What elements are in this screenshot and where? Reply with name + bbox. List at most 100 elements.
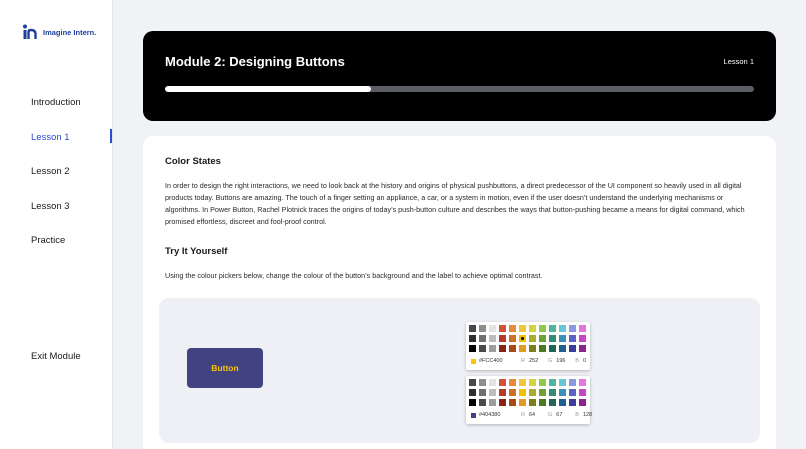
color-swatch[interactable] [569, 389, 576, 396]
background-red-value[interactable]: 64 [529, 412, 548, 418]
color-swatch[interactable] [499, 345, 506, 352]
color-swatch[interactable] [549, 335, 556, 342]
color-swatch[interactable] [499, 399, 506, 406]
color-swatch[interactable] [499, 389, 506, 396]
color-swatch[interactable] [579, 389, 586, 396]
color-swatch[interactable] [479, 399, 486, 406]
current-lesson-label: Lesson 1 [723, 57, 754, 66]
color-swatch[interactable] [539, 325, 546, 332]
color-swatch[interactable] [559, 389, 566, 396]
sidebar-item-lesson-1[interactable]: Lesson 1 [31, 132, 70, 143]
color-swatch[interactable] [559, 335, 566, 342]
color-swatch[interactable] [559, 325, 566, 332]
background-green-value[interactable]: 67 [556, 412, 575, 418]
color-swatch[interactable] [489, 379, 496, 386]
label-color-swatches [469, 325, 586, 352]
label-blue-value[interactable]: 0 [583, 358, 602, 364]
color-swatch[interactable] [519, 399, 526, 406]
preview-button[interactable]: Button [187, 348, 263, 388]
color-swatch[interactable] [529, 399, 536, 406]
color-swatch[interactable] [479, 389, 486, 396]
color-swatch[interactable] [569, 335, 576, 342]
sidebar-item-lesson-3[interactable]: Lesson 3 [31, 201, 70, 212]
color-swatch[interactable] [469, 345, 476, 352]
sidebar-item-practice[interactable]: Practice [31, 235, 65, 246]
color-swatch[interactable] [549, 379, 556, 386]
color-swatch[interactable] [539, 389, 546, 396]
color-swatch[interactable] [569, 325, 576, 332]
color-swatch[interactable] [539, 399, 546, 406]
color-swatch[interactable] [509, 345, 516, 352]
color-swatch[interactable] [549, 345, 556, 352]
color-swatch[interactable] [479, 345, 486, 352]
brand-logo[interactable]: Imagine Intern. [22, 24, 96, 40]
color-swatch[interactable] [499, 379, 506, 386]
lesson-content: Color States In order to design the righ… [143, 136, 776, 449]
color-swatch[interactable] [509, 379, 516, 386]
background-color-hex[interactable]: #404380 [479, 412, 521, 418]
color-swatch[interactable] [569, 399, 576, 406]
label-red-value[interactable]: 252 [529, 358, 548, 364]
color-swatch[interactable] [519, 335, 526, 342]
color-swatch[interactable] [539, 379, 546, 386]
color-swatch[interactable] [479, 325, 486, 332]
color-swatch[interactable] [489, 399, 496, 406]
background-color-swatches [469, 379, 586, 406]
exit-module-link[interactable]: Exit Module [31, 351, 81, 362]
color-swatch[interactable] [469, 399, 476, 406]
label-color-picker: #FCC400 R 252 G 196 B 0 [466, 322, 590, 370]
color-swatch[interactable] [529, 325, 536, 332]
background-blue-value[interactable]: 128 [583, 412, 602, 418]
color-swatch[interactable] [509, 325, 516, 332]
color-swatch[interactable] [579, 345, 586, 352]
color-swatch[interactable] [469, 389, 476, 396]
color-swatch[interactable] [539, 345, 546, 352]
color-swatch[interactable] [559, 379, 566, 386]
module-header: Module 2: Designing Buttons Lesson 1 [143, 31, 776, 121]
background-color-chip [471, 412, 476, 418]
color-swatch[interactable] [579, 325, 586, 332]
color-swatch[interactable] [579, 379, 586, 386]
imagine-logo-icon [23, 24, 37, 39]
color-swatch[interactable] [529, 389, 536, 396]
background-red-key: R [521, 412, 525, 418]
color-swatch[interactable] [529, 345, 536, 352]
label-green-value[interactable]: 196 [556, 358, 575, 364]
color-swatch[interactable] [539, 335, 546, 342]
color-swatch[interactable] [499, 325, 506, 332]
color-swatch[interactable] [509, 399, 516, 406]
active-item-indicator [110, 129, 112, 143]
color-swatch[interactable] [489, 325, 496, 332]
color-swatch[interactable] [519, 379, 526, 386]
sidebar-item-introduction[interactable]: Introduction [31, 97, 81, 108]
color-swatch[interactable] [569, 379, 576, 386]
color-swatch[interactable] [549, 389, 556, 396]
color-swatch[interactable] [469, 325, 476, 332]
color-swatch[interactable] [559, 399, 566, 406]
label-color-hex[interactable]: #FCC400 [479, 358, 521, 364]
color-swatch[interactable] [489, 389, 496, 396]
color-swatch[interactable] [569, 345, 576, 352]
color-swatch[interactable] [529, 379, 536, 386]
color-swatch[interactable] [469, 379, 476, 386]
color-swatch[interactable] [519, 345, 526, 352]
color-swatch[interactable] [519, 325, 526, 332]
color-swatch[interactable] [549, 325, 556, 332]
color-swatch[interactable] [479, 379, 486, 386]
color-swatch[interactable] [499, 335, 506, 342]
demo-panel: Button #FCC400 R 252 G 196 B 0 #404380 R… [159, 298, 760, 443]
color-swatch[interactable] [579, 335, 586, 342]
color-swatch[interactable] [559, 345, 566, 352]
color-swatch[interactable] [509, 389, 516, 396]
color-swatch[interactable] [469, 335, 476, 342]
color-swatch[interactable] [509, 335, 516, 342]
color-swatch[interactable] [489, 335, 496, 342]
section-heading-try-it: Try It Yourself [165, 246, 228, 257]
color-swatch[interactable] [579, 399, 586, 406]
color-swatch[interactable] [529, 335, 536, 342]
color-swatch[interactable] [479, 335, 486, 342]
color-swatch[interactable] [489, 345, 496, 352]
color-swatch[interactable] [549, 399, 556, 406]
sidebar-item-lesson-2[interactable]: Lesson 2 [31, 166, 70, 177]
color-swatch[interactable] [519, 389, 526, 396]
